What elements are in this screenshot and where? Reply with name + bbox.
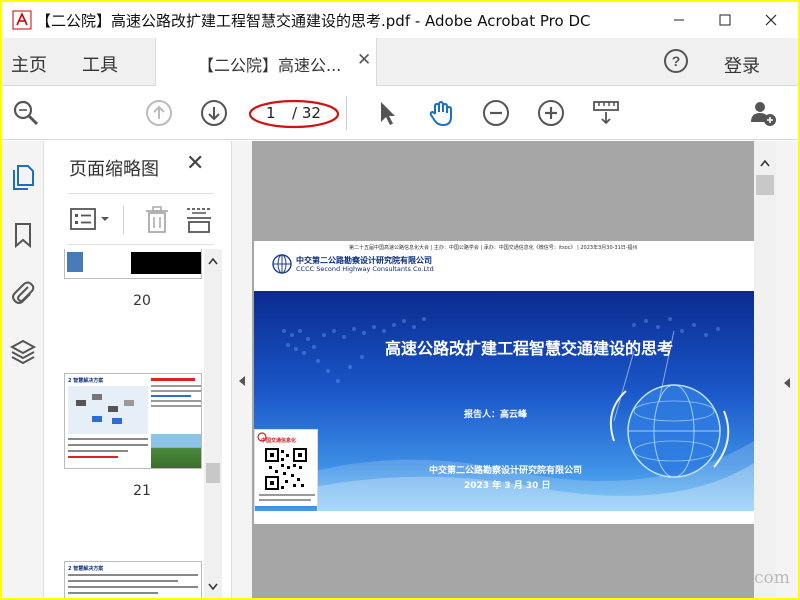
thumb-photo [151, 434, 201, 468]
menu-bar: 主页 工具 【二公院】高速公... ✕ ? 登录 [2, 38, 798, 86]
slide-banner: 高速公路改扩建工程智慧交通建设的思考 报告人：高云峰 中交第二公路勘察设计研究院… [254, 291, 754, 511]
thumb-heading: 2 智慧解决方案 [68, 566, 104, 572]
prev-page-icon[interactable] [144, 98, 174, 128]
thumbnail-scrollbar[interactable] [204, 249, 222, 598]
close-icon [765, 14, 777, 26]
maximize-button[interactable] [702, 2, 748, 38]
tab-close-icon[interactable]: ✕ [357, 50, 371, 70]
toolbar-divider [346, 96, 347, 130]
presenter: 报告人：高云峰 [464, 410, 528, 420]
panel-toolbar [68, 193, 214, 245]
pdf-page: 第二十五届中国高速公路信息化大会 | 主办：中国公路学会 | 承办：中国交通信息… [254, 241, 754, 524]
thumbnail-number: 20 [133, 293, 151, 309]
slide-date: 2023 年 3 月 30 日 [464, 481, 551, 491]
acrobat-app-icon [12, 10, 32, 30]
page-thumbnails-icon[interactable] [9, 163, 37, 191]
company-name-en: CCCC Second Highway Consultants Co.Ltd [296, 265, 434, 273]
tab-document-label: 【二公院】高速公... [198, 56, 342, 75]
extract-pages-icon[interactable] [186, 206, 212, 234]
panel-close-icon[interactable]: ✕ [186, 151, 204, 176]
measure-icon[interactable] [591, 98, 621, 128]
thumbnail-number: 21 [133, 483, 151, 499]
document-view[interactable]: 第二十五届中国高速公路信息化大会 | 主办：中国公路学会 | 承办：中国交通信息… [252, 141, 754, 598]
thumb-text-column [151, 378, 201, 434]
qr-card-wave [255, 506, 317, 511]
scroll-thumb[interactable] [756, 175, 774, 195]
qr-brand: 中国交通信息化 [261, 438, 297, 444]
add-user-icon[interactable] [748, 98, 778, 128]
trash-icon[interactable] [144, 206, 170, 234]
scroll-up-icon[interactable] [760, 159, 770, 167]
thumb-image [67, 252, 83, 272]
qr-caption-line [259, 494, 315, 496]
thumb-diagram [68, 386, 148, 434]
slide-title: 高速公路改扩建工程智慧交通建设的思考 [384, 339, 673, 358]
select-arrow-icon[interactable] [372, 98, 402, 128]
page-navigator[interactable]: 1 / 32 [248, 98, 340, 129]
search-zoom-icon[interactable] [11, 98, 41, 128]
next-page-icon[interactable] [199, 98, 229, 128]
attachment-icon[interactable] [9, 279, 37, 307]
qr-caption-line [259, 499, 311, 501]
company-logo-icon [272, 254, 292, 274]
thumb-heading: 2 智慧解决方案 [68, 378, 104, 384]
total-pages-label: / 32 [292, 104, 321, 122]
panel-divider [123, 206, 124, 234]
login-button[interactable]: 登录 [724, 52, 760, 78]
qr-code-icon [265, 448, 307, 490]
minimize-button[interactable] [656, 2, 702, 38]
left-panel-collapse[interactable] [232, 141, 252, 598]
tab-document[interactable]: 【二公院】高速公... ✕ [155, 38, 377, 86]
watermark: com [754, 568, 790, 588]
redaction-block [131, 252, 201, 274]
minimize-icon [674, 19, 684, 21]
qr-code-card: 中国交通信息化 [254, 429, 318, 511]
document-scrollbar[interactable] [754, 141, 776, 598]
navigation-rail [2, 141, 44, 598]
thumb-text-block [68, 438, 148, 464]
title-bar: 【二公院】高速公路改扩建工程智慧交通建设的思考.pdf - Adobe Acro… [2, 2, 798, 38]
right-panel-collapse[interactable] [776, 141, 798, 598]
layers-icon[interactable] [9, 337, 37, 365]
close-window-button[interactable] [748, 2, 794, 38]
thumbnail-page-22[interactable]: 2 智慧解决方案 [64, 561, 202, 598]
help-icon[interactable]: ? [662, 47, 690, 75]
maximize-icon [719, 14, 731, 26]
scroll-down-icon[interactable] [208, 583, 218, 591]
hand-icon[interactable] [426, 98, 456, 128]
zoom-out-icon[interactable] [481, 98, 511, 128]
zoom-in-icon[interactable] [536, 98, 566, 128]
thumbnail-options-icon[interactable] [70, 207, 112, 233]
toolbar: 1 / 32 [2, 86, 798, 140]
collapse-right-icon [784, 378, 790, 388]
collapse-left-icon [239, 376, 245, 386]
scroll-thumb[interactable] [206, 463, 220, 483]
thumbnail-page-20[interactable] [64, 249, 202, 279]
menu-home[interactable]: 主页 [11, 51, 47, 77]
organization-name: 中交第二公路勘察设计研究院有限公司 [429, 466, 583, 476]
thumbnail-page-21[interactable]: 2 智慧解决方案 [64, 373, 202, 469]
current-page-input[interactable]: 1 [266, 104, 276, 122]
acrobat-window: 【二公院】高速公路改扩建工程智慧交通建设的思考.pdf - Adobe Acro… [2, 2, 798, 598]
menu-tools[interactable]: 工具 [82, 51, 118, 77]
thumbnail-list: 20 2 智慧解决方案 21 2 智慧解决方案 [44, 249, 204, 598]
thumbnail-panel: 页面缩略图 ✕ 20 2 智慧解决方案 21 2 智慧解决方案 [44, 141, 232, 598]
svg-text:?: ? [672, 53, 681, 69]
panel-title: 页面缩略图 [69, 159, 159, 180]
window-title: 【二公院】高速公路改扩建工程智慧交通建设的思考.pdf - Adobe Acro… [36, 12, 591, 30]
thumb-text-block [68, 574, 198, 598]
bookmark-icon[interactable] [9, 221, 37, 249]
scroll-up-icon[interactable] [208, 257, 218, 265]
conference-line: 第二十五届中国高速公路信息化大会 | 主办：中国公路学会 | 承办：中国交通信息… [349, 245, 638, 251]
